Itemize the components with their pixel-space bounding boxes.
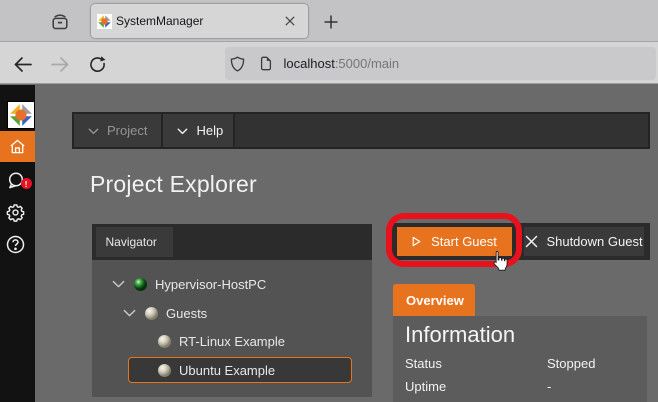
tree-item-label: Ubuntu Example: [179, 362, 276, 378]
help-icon[interactable]: [6, 235, 25, 254]
gear-icon[interactable]: [6, 203, 25, 222]
app-content: ! Project Help Project Explorer Navigato…: [0, 85, 658, 402]
navigator-header: Navigator: [92, 224, 372, 260]
reload-icon[interactable]: [88, 55, 107, 74]
tree-item-label: RT-Linux Example: [179, 333, 285, 349]
notification-badge: !: [20, 178, 32, 189]
app-sidebar: !: [0, 85, 35, 402]
url-path: :5000/main: [334, 56, 400, 71]
sidebar-item-home[interactable]: [0, 131, 35, 162]
menu-bar: Project Help: [72, 112, 650, 149]
tree-item-guests[interactable]: Guests: [123, 300, 207, 326]
chevron-down-icon: [178, 128, 188, 135]
x-icon: [526, 235, 538, 248]
shutdown-guest-button[interactable]: Shutdown Guest: [524, 227, 644, 256]
tree-item-hypervisor[interactable]: Hypervisor-HostPC: [112, 271, 266, 297]
url-bar[interactable]: localhost:5000/main: [225, 47, 656, 80]
back-icon[interactable]: [14, 55, 33, 74]
info-value: -: [547, 379, 552, 394]
home-icon: [10, 139, 25, 154]
menu-help-label: Help: [196, 123, 224, 138]
overview-tab[interactable]: Overview: [393, 284, 475, 316]
info-value: Stopped: [547, 356, 596, 371]
info-row-status: Status Stopped: [405, 356, 635, 371]
info-row-uptime: Uptime -: [405, 379, 635, 394]
forward-icon[interactable]: [50, 55, 69, 74]
new-tab-button[interactable]: [318, 9, 343, 34]
shield-icon[interactable]: [230, 56, 245, 72]
information-heading: Information: [405, 322, 516, 347]
host-status-icon: [134, 277, 147, 291]
app-logo[interactable]: [7, 101, 35, 129]
browser-tab-bar: SystemManager: [0, 0, 658, 42]
chevron-down-icon[interactable]: [123, 307, 136, 319]
menu-project[interactable]: Project: [74, 114, 164, 147]
tree-item-ubuntu[interactable]: Ubuntu Example: [158, 357, 275, 383]
chevron-down-icon[interactable]: [112, 278, 125, 290]
navigator-panel: Navigator Hypervisor-HostPC Guests RT-Li…: [92, 224, 372, 397]
tab-close-icon[interactable]: [279, 10, 301, 32]
information-panel: Information Status Stopped Uptime -: [393, 316, 647, 402]
firefox-view-icon[interactable]: [52, 12, 68, 30]
page-title: Project Explorer: [90, 171, 257, 197]
menu-project-label: Project: [107, 123, 148, 138]
guest-status-icon: [158, 363, 171, 377]
tree-item-rtlinux[interactable]: RT-Linux Example: [158, 328, 285, 354]
page-icon[interactable]: [260, 56, 272, 71]
tree-item-label: Guests: [166, 305, 208, 321]
menu-help[interactable]: Help: [163, 114, 236, 147]
cursor-pointer-icon: [493, 250, 508, 271]
tree-item-label: Hypervisor-HostPC: [155, 276, 267, 292]
url-host: localhost: [283, 56, 335, 71]
tab-title: SystemManager: [116, 14, 204, 28]
guest-status-icon: [158, 334, 171, 348]
browser-nav-bar: localhost:5000/main: [0, 42, 658, 84]
guests-status-icon: [145, 306, 158, 320]
shutdown-guest-label: Shutdown Guest: [546, 234, 643, 249]
pinwheel-logo-icon: [10, 104, 32, 126]
info-label: Uptime: [405, 379, 447, 394]
chevron-down-icon: [88, 128, 99, 135]
navigator-tab[interactable]: Navigator: [96, 227, 173, 257]
favicon-pinwheel-icon: [97, 13, 112, 29]
info-label: Status: [405, 356, 442, 371]
url-text: localhost:5000/main: [284, 56, 400, 71]
browser-tab[interactable]: SystemManager: [90, 3, 309, 39]
